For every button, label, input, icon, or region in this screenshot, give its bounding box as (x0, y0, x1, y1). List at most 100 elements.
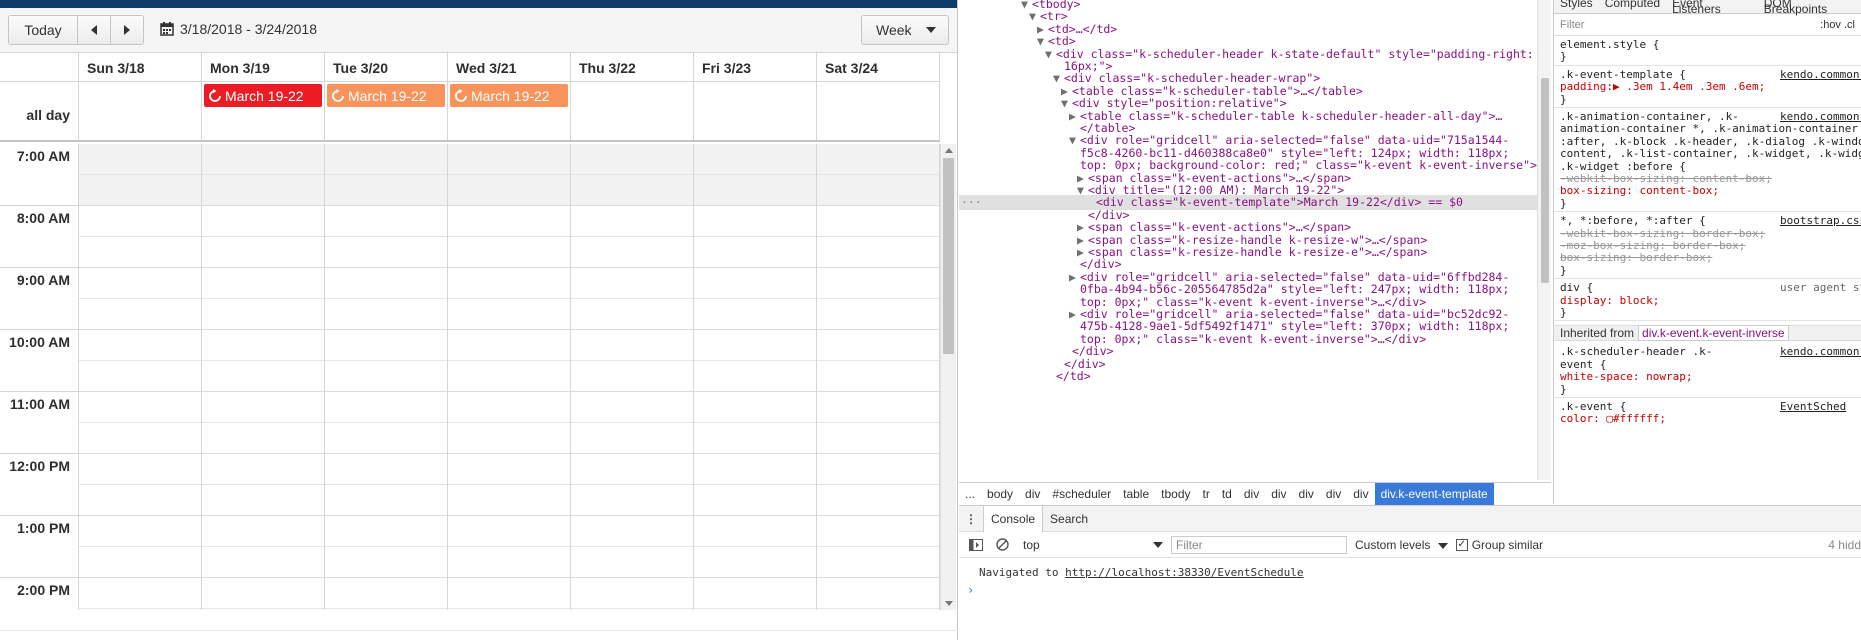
date-range-picker[interactable]: 3/18/2018 - 3/24/2018 (160, 21, 317, 37)
time-slot[interactable] (694, 299, 816, 330)
time-slot[interactable] (694, 392, 816, 423)
css-rule-line[interactable]: } (1560, 264, 1567, 278)
time-slot[interactable] (79, 578, 201, 609)
time-slot[interactable] (448, 206, 570, 237)
breadcrumb-item[interactable]: div (1019, 483, 1046, 505)
time-slot[interactable] (817, 485, 939, 516)
stylesheet-link[interactable]: EventSched (1780, 400, 1846, 414)
time-slot[interactable] (448, 299, 570, 330)
breadcrumb-item[interactable]: div.k-event-template (1374, 482, 1494, 505)
time-slot[interactable] (448, 485, 570, 516)
time-slot[interactable] (325, 237, 447, 268)
time-slot[interactable] (325, 144, 447, 175)
time-slot[interactable] (202, 299, 324, 330)
breadcrumb-item[interactable]: tbody (1155, 483, 1196, 505)
day-header[interactable]: Sun 3/18 (79, 53, 202, 81)
time-slot[interactable] (79, 206, 201, 237)
elements-scrollbar[interactable] (1537, 0, 1551, 480)
clear-console-icon[interactable] (993, 538, 1011, 552)
time-slot[interactable] (325, 175, 447, 206)
day-header[interactable]: Sat 3/24 (817, 53, 940, 81)
time-slot[interactable] (202, 144, 324, 175)
css-rule-line[interactable]: box-sizing: content-box; (1560, 184, 1719, 198)
stylesheet-link[interactable]: kendo.common.min.cs (1780, 345, 1861, 359)
time-slot[interactable] (325, 299, 447, 330)
time-slot[interactable] (79, 454, 201, 485)
sidebar-toggle-icon[interactable] (967, 538, 985, 552)
time-slot[interactable] (817, 268, 939, 299)
time-slot[interactable] (325, 485, 447, 516)
time-slot[interactable] (571, 454, 693, 485)
css-rule-line[interactable]: padding:▶ .3em 1.4em .3em .6em; (1560, 80, 1765, 94)
time-slot[interactable] (79, 330, 201, 361)
time-slot[interactable] (571, 206, 693, 237)
time-slot[interactable] (571, 237, 693, 268)
time-slot[interactable] (694, 454, 816, 485)
css-rule-line[interactable]: element.style { (1560, 38, 1659, 52)
time-slot[interactable] (571, 361, 693, 392)
hov-toggle[interactable]: :hov .cl (1820, 19, 1855, 31)
time-slot[interactable] (694, 485, 816, 516)
time-slot[interactable] (79, 547, 201, 578)
css-rule-line[interactable]: white-space: nowrap; (1560, 370, 1692, 384)
css-rule-line[interactable]: } (1560, 50, 1567, 64)
time-slot[interactable] (79, 175, 201, 206)
time-slot[interactable] (79, 361, 201, 392)
time-slot[interactable] (448, 578, 570, 609)
time-slot[interactable] (571, 609, 693, 610)
today-button[interactable]: Today (8, 15, 78, 45)
time-slot[interactable] (202, 454, 324, 485)
time-slot[interactable] (325, 330, 447, 361)
time-slot[interactable] (817, 361, 939, 392)
event-item[interactable]: March 19-22 (327, 84, 445, 107)
time-slot[interactable] (694, 423, 816, 454)
all-day-cell[interactable] (694, 82, 817, 140)
log-levels-dropdown[interactable]: Custom levels (1355, 538, 1448, 552)
scrollbar-thumb[interactable] (1541, 78, 1549, 283)
time-slot[interactable] (571, 268, 693, 299)
console-prompt[interactable]: › (959, 579, 1861, 597)
event-item[interactable]: March 19-22 (204, 84, 322, 107)
time-slot[interactable] (202, 206, 324, 237)
time-slot[interactable] (325, 206, 447, 237)
styles-filter-input[interactable]: Filter (1560, 19, 1584, 31)
time-slot[interactable] (202, 392, 324, 423)
time-slot[interactable] (817, 392, 939, 423)
time-slot[interactable] (325, 392, 447, 423)
day-header[interactable]: Wed 3/21 (448, 53, 571, 81)
time-slot[interactable] (571, 175, 693, 206)
tab-event-listeners[interactable]: Event Listeners (1666, 0, 1758, 15)
time-slot[interactable] (571, 392, 693, 423)
time-slot[interactable] (571, 330, 693, 361)
time-slot[interactable] (448, 516, 570, 547)
time-slot[interactable] (79, 516, 201, 547)
time-slot[interactable] (817, 299, 939, 330)
breadcrumb-item[interactable]: tr (1197, 483, 1216, 505)
dom-node[interactable]: ▼ <div class="k-scheduler-header k-state-… (1045, 47, 1534, 62)
time-slot[interactable] (571, 299, 693, 330)
css-rule-line[interactable]: display: block; (1560, 294, 1659, 308)
dom-node[interactable]: ▶ <span class="k-resize-handle k-resize-e… (1077, 245, 1427, 260)
tab-dom-breakpoints[interactable]: DOM Breakpoints (1758, 0, 1861, 15)
time-slot[interactable] (202, 361, 324, 392)
time-slot[interactable] (325, 547, 447, 578)
more-icon[interactable]: ⋮ (959, 512, 983, 526)
console-filter-input[interactable]: Filter (1171, 535, 1347, 554)
time-slot[interactable] (694, 237, 816, 268)
time-slot[interactable] (202, 237, 324, 268)
time-slot[interactable] (817, 206, 939, 237)
context-selector[interactable]: top (1023, 538, 1163, 552)
time-slot[interactable] (694, 361, 816, 392)
day-header[interactable]: Tue 3/20 (325, 53, 448, 81)
time-slot[interactable] (817, 237, 939, 268)
css-rule-line[interactable]: } (1560, 306, 1567, 320)
all-day-cell[interactable] (817, 82, 940, 140)
time-slot[interactable] (202, 516, 324, 547)
day-header[interactable]: Fri 3/23 (694, 53, 817, 81)
time-slot[interactable] (694, 175, 816, 206)
breadcrumb-item[interactable]: td (1216, 483, 1238, 505)
time-slot[interactable] (817, 547, 939, 578)
breadcrumb-item[interactable]: ... (959, 483, 981, 505)
time-slot[interactable] (79, 392, 201, 423)
tab-computed[interactable]: Computed (1599, 0, 1666, 13)
